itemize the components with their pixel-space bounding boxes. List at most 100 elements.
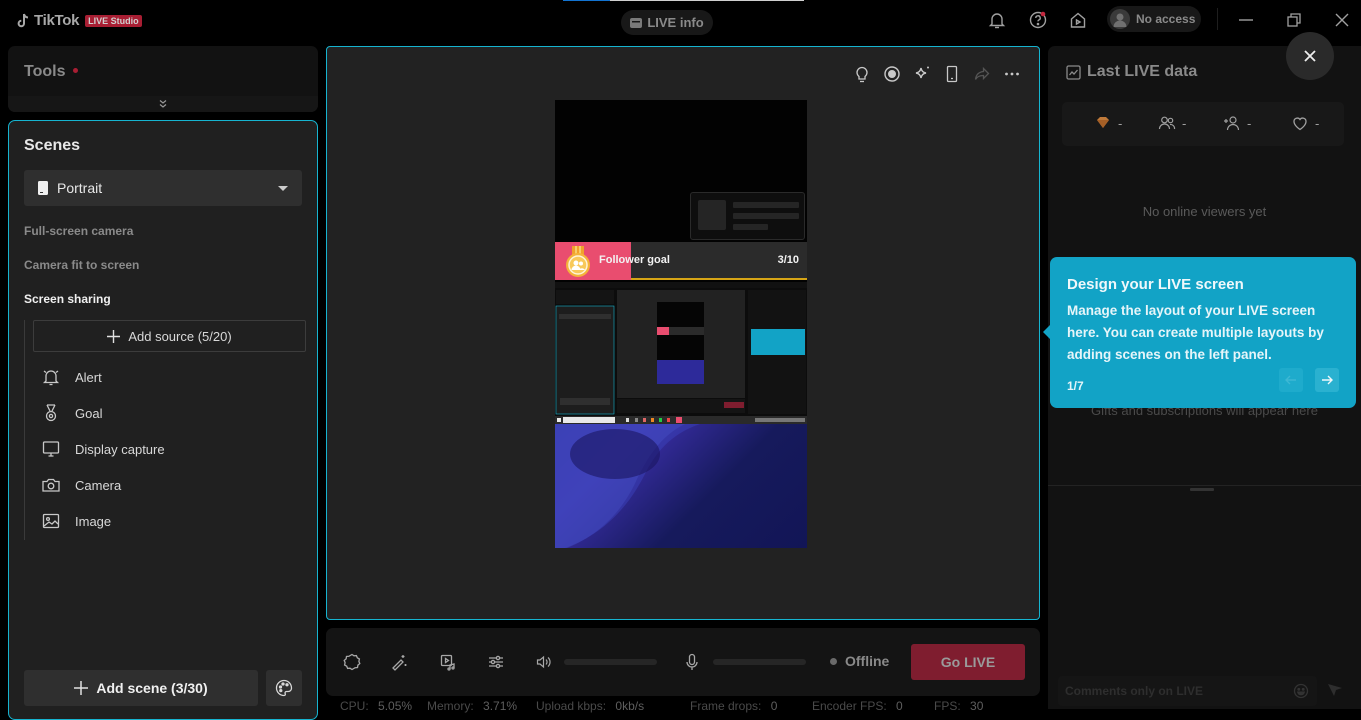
orientation-value: Portrait — [57, 180, 103, 196]
diamond-icon — [1094, 114, 1112, 132]
source-label: Image — [75, 513, 112, 529]
captured-taskbar — [555, 416, 807, 424]
viewers-icon — [1158, 114, 1176, 132]
minimize-icon[interactable] — [1236, 10, 1256, 30]
go-live-button[interactable]: Go LIVE — [911, 644, 1025, 680]
adjustments-sliders-icon[interactable] — [487, 653, 505, 671]
add-scene-button[interactable]: Add scene (3/30) — [24, 670, 258, 706]
plus-icon — [74, 681, 89, 695]
monitor-icon — [41, 439, 61, 459]
tooltip-step-counter: 1/7 — [1067, 379, 1084, 393]
lightbulb-icon[interactable] — [853, 65, 871, 83]
source-label: Camera — [75, 477, 122, 493]
heart-icon — [1291, 114, 1309, 132]
live-studio-badge: LIVE Studio — [85, 14, 142, 27]
panel-divider — [1048, 485, 1361, 486]
microphone-icon[interactable] — [683, 653, 701, 671]
stat-memory: Memory: 3.71% — [427, 699, 518, 713]
scene-screen-sharing[interactable]: Screen sharing — [24, 292, 111, 306]
live-metrics: - - - - — [1062, 102, 1344, 146]
magic-wand-icon[interactable] — [390, 653, 408, 671]
source-camera[interactable]: Camera — [41, 474, 121, 496]
live-info-button[interactable]: LIVE info — [621, 10, 713, 35]
tooltip-title: Design your LIVE screen — [1067, 276, 1244, 293]
source-label: Alert — [75, 369, 102, 385]
resize-handle[interactable] — [1190, 488, 1214, 491]
goal-label: Follower goal — [599, 254, 670, 266]
emoji-icon[interactable] — [1293, 683, 1309, 699]
source-image[interactable]: Image — [41, 510, 111, 532]
comment-input[interactable]: Comments only on LIVE — [1058, 676, 1317, 706]
metric-value: - — [1315, 115, 1320, 131]
account-button[interactable]: No access — [1107, 6, 1201, 32]
add-source-label: Add source (5/20) — [128, 328, 232, 344]
overlay-placeholder-card — [690, 192, 805, 240]
card-icon — [630, 17, 643, 28]
stat-encoder-fps: Encoder FPS: 0 — [812, 699, 903, 713]
camera-icon — [41, 475, 61, 495]
home-icon[interactable] — [1068, 10, 1088, 30]
microphone-volume-slider[interactable] — [713, 659, 806, 665]
tooltip-pointer — [1043, 325, 1050, 339]
scenes-title: Scenes — [24, 137, 81, 154]
orientation-dropdown[interactable]: Portrait — [24, 170, 302, 206]
portrait-mode-icon[interactable] — [943, 65, 961, 83]
account-label: No access — [1136, 12, 1196, 26]
brand-name: TikTok — [34, 12, 80, 29]
speaker-volume-slider[interactable] — [564, 659, 657, 665]
status-label: Offline — [845, 653, 890, 669]
arrow-right-icon — [1321, 374, 1333, 386]
notification-bell-icon[interactable] — [987, 10, 1007, 30]
record-icon[interactable] — [883, 65, 901, 83]
new-indicator-dot — [73, 68, 78, 73]
image-icon — [41, 511, 61, 531]
tooltip-previous-button[interactable] — [1279, 368, 1303, 392]
help-icon[interactable] — [1028, 10, 1048, 30]
scene-full-screen-camera[interactable]: Full-screen camera — [24, 224, 133, 238]
scene-camera-fit-to-screen[interactable]: Camera fit to screen — [24, 258, 139, 272]
stat-frame-drops: Frame drops: 0 — [690, 699, 778, 713]
scenes-panel: Scenes Portrait Full-screen camera Camer… — [8, 120, 318, 720]
palette-icon — [274, 678, 294, 698]
loading-progress-bar — [563, 0, 804, 1]
panel-title-label: Last LIVE data — [1087, 63, 1198, 80]
effects-sparkle-icon[interactable] — [913, 65, 931, 83]
tooltip-body: Manage the layout of your LIVE screen he… — [1067, 303, 1324, 362]
tools-title: Tools — [24, 63, 66, 80]
theme-palette-button[interactable] — [266, 670, 302, 706]
share-icon[interactable] — [973, 65, 991, 83]
stream-canvas[interactable]: Follower goal 3/10 — [555, 100, 807, 548]
speaker-volume-icon[interactable] — [535, 653, 553, 671]
new-follower-icon — [1223, 114, 1241, 132]
goal-medal-icon — [564, 246, 592, 278]
display-capture-preview — [555, 282, 807, 416]
follower-goal-widget[interactable]: Follower goal 3/10 — [555, 242, 807, 280]
medal-icon — [41, 403, 61, 423]
source-alert[interactable]: Alert — [41, 366, 102, 388]
metric-value: - — [1247, 115, 1252, 131]
settings-gear-icon[interactable] — [343, 653, 361, 671]
restore-icon[interactable] — [1284, 10, 1304, 30]
no-viewers-message: No online viewers yet — [1142, 204, 1267, 219]
arrow-left-icon — [1285, 374, 1297, 386]
tooltip-next-button[interactable] — [1315, 368, 1339, 392]
media-source-icon[interactable] — [439, 653, 457, 671]
close-onboarding-button[interactable] — [1286, 32, 1334, 80]
tools-panel: Tools — [8, 46, 318, 112]
app-logo: TikTok LIVE Studio — [16, 12, 142, 29]
more-options-icon[interactable] — [1003, 65, 1021, 83]
stat-fps: FPS: 30 — [934, 699, 984, 713]
expand-tools-button[interactable] — [8, 96, 318, 112]
double-chevron-down-icon — [158, 99, 168, 109]
metric-value: - — [1182, 115, 1187, 131]
stat-upload: Upload kbps: 0kb/s — [536, 699, 645, 713]
source-display-capture[interactable]: Display capture — [41, 438, 165, 460]
close-window-icon[interactable] — [1332, 10, 1352, 30]
metric-new-followers: - — [1223, 114, 1251, 132]
source-label: Display capture — [75, 441, 165, 457]
add-source-button[interactable]: Add source (5/20) — [33, 320, 306, 352]
status-dot — [830, 657, 837, 665]
source-goal[interactable]: Goal — [41, 402, 102, 424]
send-icon[interactable] — [1326, 682, 1344, 700]
phone-portrait-icon — [38, 181, 48, 195]
